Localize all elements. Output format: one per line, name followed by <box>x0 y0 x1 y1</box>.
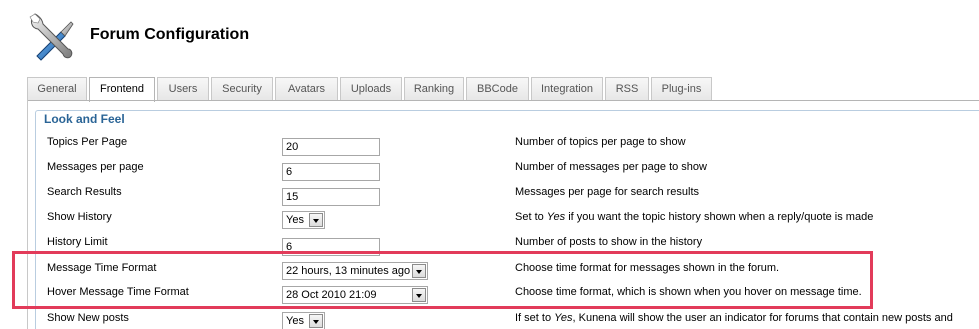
tab-bar: General Frontend Users Security Avatars … <box>27 77 979 102</box>
messages-per-page-input[interactable] <box>282 163 380 181</box>
setting-description: Set to Yes if you want the topic history… <box>515 211 873 223</box>
tab-security[interactable]: Security <box>211 77 273 101</box>
tab-avatars[interactable]: Avatars <box>275 77 338 101</box>
select-value: Yes <box>286 214 304 226</box>
search-results-input[interactable] <box>282 188 380 206</box>
section-legend: Look and Feel <box>41 112 128 126</box>
setting-label: Topics Per Page <box>47 136 128 148</box>
desc-emphasis: Yes <box>546 211 566 223</box>
setting-row-messages-per-page: Messages per page Number of messages per… <box>0 161 979 186</box>
setting-row-show-new-posts: Show New posts Yes If set to Yes, Kunena… <box>0 312 979 329</box>
tools-icon <box>29 13 74 61</box>
tab-general[interactable]: General <box>27 77 87 101</box>
tab-frontend[interactable]: Frontend <box>89 77 155 102</box>
setting-description: Number of messages per page to show <box>515 161 707 173</box>
chevron-down-icon[interactable] <box>309 314 323 328</box>
tab-divider <box>27 100 979 101</box>
page-header: Forum Configuration <box>0 0 979 74</box>
tab-ranking[interactable]: Ranking <box>404 77 464 101</box>
desc-text: If set to <box>515 312 555 324</box>
setting-label: Show History <box>47 211 112 223</box>
highlight-box <box>12 251 873 309</box>
setting-label: Show New posts <box>47 312 129 324</box>
setting-row-show-history: Show History Yes Set to Yes if you want … <box>0 211 979 236</box>
tab-plug-ins[interactable]: Plug-ins <box>651 77 712 101</box>
desc-text: Set to <box>515 211 547 223</box>
desc-text: if you want the topic history shown when… <box>565 211 874 223</box>
tab-rss[interactable]: RSS <box>605 77 649 101</box>
setting-description: Number of topics per page to show <box>515 136 686 148</box>
topics-per-page-input[interactable] <box>282 138 380 156</box>
desc-text: , Kunena will show the user an indicator… <box>572 312 953 324</box>
setting-label: History Limit <box>47 236 108 248</box>
show-history-select[interactable]: Yes <box>282 211 325 229</box>
show-new-posts-select[interactable]: Yes <box>282 312 325 329</box>
tab-integration[interactable]: Integration <box>531 77 603 101</box>
select-value: Yes <box>286 315 304 327</box>
setting-label: Search Results <box>47 186 122 198</box>
desc-emphasis: Yes <box>554 312 573 324</box>
setting-label: Messages per page <box>47 161 144 173</box>
setting-description: Number of posts to show in the history <box>515 236 703 248</box>
setting-description: If set to Yes, Kunena will show the user… <box>515 312 953 324</box>
page-title: Forum Configuration <box>90 26 250 43</box>
setting-row-search-results: Search Results Messages per page for sea… <box>0 186 979 211</box>
setting-row-topics-per-page: Topics Per Page Number of topics per pag… <box>0 136 979 161</box>
tab-uploads[interactable]: Uploads <box>340 77 402 101</box>
tab-users[interactable]: Users <box>157 77 209 101</box>
chevron-down-icon[interactable] <box>309 213 323 227</box>
setting-description: Messages per page for search results <box>515 186 700 198</box>
tab-bbcode[interactable]: BBCode <box>466 77 529 101</box>
